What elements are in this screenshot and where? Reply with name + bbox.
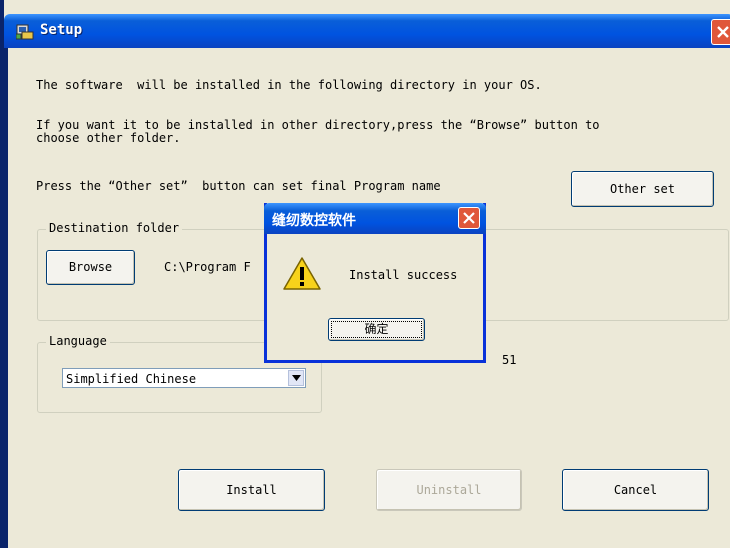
dialog-close-button[interactable] (458, 207, 480, 229)
warning-icon (282, 256, 322, 296)
cancel-button[interactable]: Cancel (562, 469, 709, 511)
ok-button[interactable]: 确定 (328, 318, 425, 341)
dialog-message: Install success (349, 268, 458, 282)
dialog-title: 缝纫数控软件 (272, 213, 356, 229)
language-legend: Language (46, 334, 110, 348)
install-button[interactable]: Install (178, 469, 325, 511)
dialog-title-bar[interactable]: 缝纫数控软件 (264, 203, 486, 234)
window-title: Setup (40, 22, 83, 38)
install-directory-text: The software will be installed in the fo… (36, 78, 542, 92)
setup-app-icon (15, 22, 34, 40)
uninstall-button: Uninstall (376, 469, 522, 511)
other-set-button[interactable]: Other set (571, 171, 714, 207)
dropdown-arrow-icon[interactable] (288, 370, 304, 386)
destination-folder-legend: Destination folder (46, 221, 183, 235)
destination-path: C:\Program F (164, 260, 251, 274)
window-frame-left (4, 48, 8, 548)
title-bar[interactable]: Setup (4, 14, 730, 48)
language-selected-value: Simplified Chinese (66, 372, 197, 386)
message-dialog: 缝纫数控软件 Install success 确定 (264, 203, 486, 363)
close-button[interactable] (711, 19, 730, 45)
partial-label: 51 (502, 353, 517, 367)
other-set-instruction-text: Press the “Other set” button can set fin… (36, 179, 441, 193)
browse-button[interactable]: Browse (46, 250, 135, 285)
browse-instruction-text: If you want it to be installed in other … (36, 118, 600, 132)
browse-instruction-text-2: choose other folder. (36, 131, 181, 145)
language-select[interactable]: Simplified Chinese (62, 368, 306, 388)
